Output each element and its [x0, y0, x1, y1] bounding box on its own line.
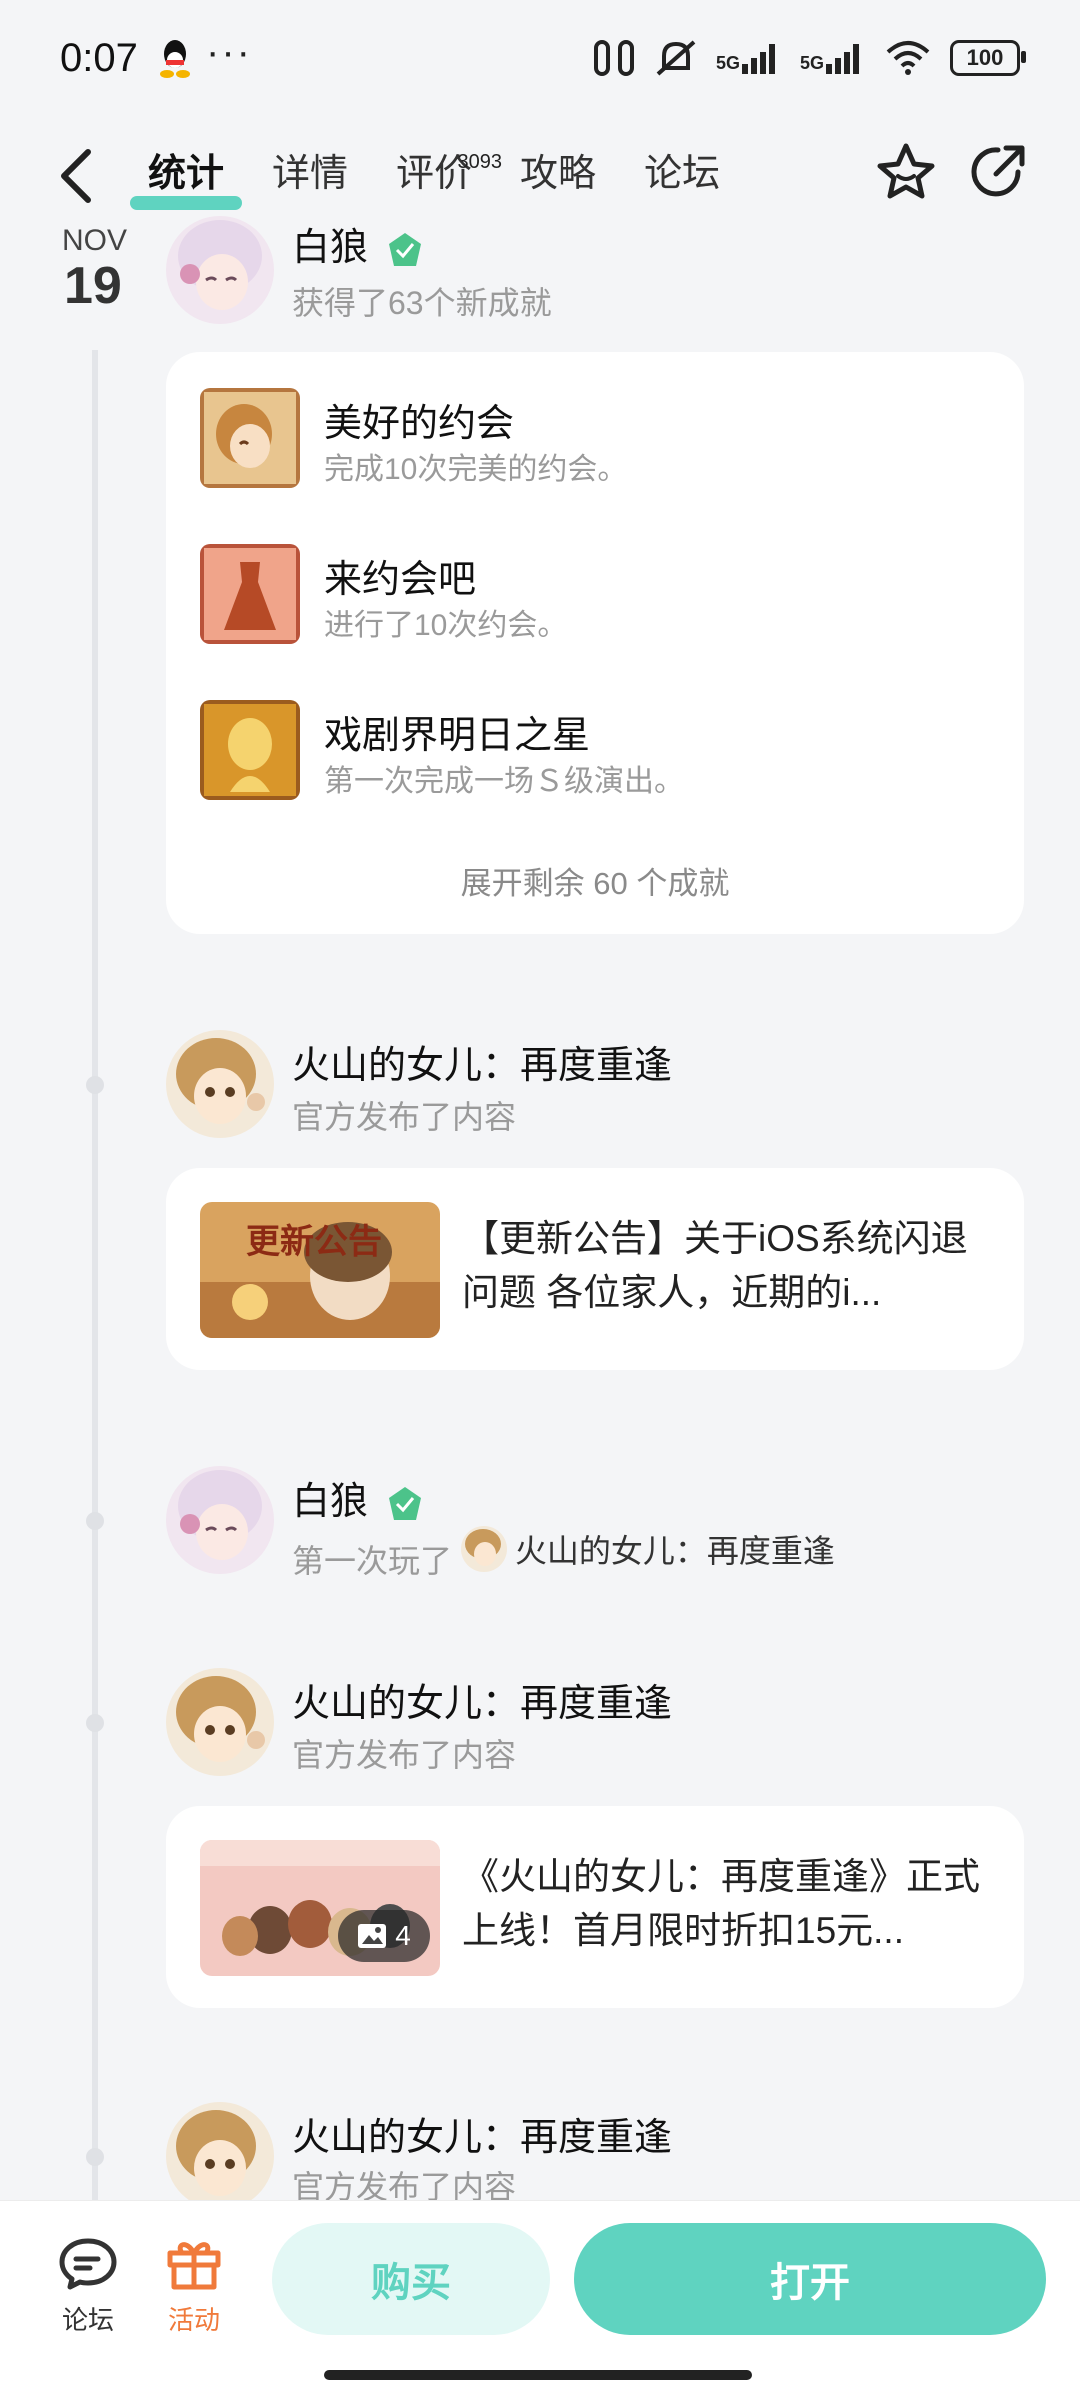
post-card[interactable]: 更新公告 【更新公告】关于iOS系统闪退问题 各位家人，近期的i... — [166, 1168, 1024, 1370]
gift-icon — [167, 2242, 221, 2290]
forum-chat-icon — [59, 2238, 117, 2290]
verified-badge-icon — [388, 232, 421, 266]
timeline-dot — [86, 1076, 104, 1094]
nav-activity[interactable]: 活动 — [144, 2235, 244, 2337]
achievement-item[interactable]: 来约会吧 进行了10次约会。 — [200, 544, 990, 648]
feed-user-name[interactable]: 白狼 — [292, 216, 425, 271]
timeline-line — [92, 350, 98, 2200]
post-card[interactable]: 4 《火山的女儿：再度重逢》正式上线！首月限时折扣15元... — [166, 1806, 1024, 2008]
back-arrow-icon[interactable] — [52, 144, 104, 208]
post-text: 【更新公告】关于iOS系统闪退问题 各位家人，近期的i... — [462, 1218, 968, 1313]
achievement-item[interactable]: 美好的约会 完成10次完美的约会。 — [200, 388, 990, 492]
buy-button[interactable]: 购买 — [272, 2223, 550, 2335]
tab-details[interactable]: 详情 — [248, 142, 372, 212]
nav-forum[interactable]: 论坛 — [38, 2235, 138, 2337]
tab-forum[interactable]: 论坛 — [620, 142, 744, 212]
image-count-badge: 4 — [338, 1910, 430, 1962]
avatar[interactable] — [166, 1466, 274, 1574]
status-icons: 5G 5G 100 — [592, 38, 1026, 78]
signal-2-icon: 5G — [800, 42, 866, 74]
feed-subtitle: 获得了63个新成就 — [292, 285, 552, 321]
post-thumbnail: 4 — [200, 1840, 440, 1976]
post-text: 《火山的女儿：再度重逢》正式上线！首月限时折扣15元... — [462, 1856, 980, 1951]
feed-user-name[interactable]: 白狼 — [292, 1470, 425, 1525]
image-icon — [358, 1924, 387, 1948]
home-indicator[interactable] — [324, 2370, 752, 2380]
avatar[interactable] — [166, 1030, 274, 1138]
tab-guides[interactable]: 攻略 — [496, 142, 620, 212]
achievement-icon — [200, 700, 300, 800]
post-thumbnail: 更新公告 — [200, 1202, 440, 1338]
share-icon[interactable] — [966, 140, 1030, 204]
status-bar: 0:07 ··· 5G 5G 100 — [0, 0, 1080, 120]
qq-icon — [160, 40, 190, 78]
feed-user-name[interactable]: 火山的女儿：再度重逢 — [292, 2106, 672, 2161]
tab-stats[interactable]: 统计 — [124, 142, 248, 212]
achievement-icon — [200, 388, 300, 488]
avatar[interactable] — [166, 216, 274, 324]
tab-bar: 统计 详情 评价 3093 攻略 论坛 — [124, 142, 744, 212]
date-day: 19 — [64, 257, 122, 315]
achievement-item[interactable]: 戏剧界明日之星 第一次完成一场Ｓ级演出。 — [200, 700, 990, 804]
timeline-dot — [86, 2148, 104, 2166]
feed-user-name[interactable]: 火山的女儿：再度重逢 — [292, 1672, 672, 1727]
tab-reviews[interactable]: 评价 3093 — [372, 142, 502, 212]
avatar[interactable] — [166, 1668, 274, 1776]
verified-badge-icon — [388, 1486, 421, 1520]
game-link[interactable]: 火山的女儿：再度重逢 — [460, 1526, 835, 1572]
timeline-dot — [86, 1512, 104, 1530]
mute-bell-icon — [656, 40, 696, 76]
feed-subtitle: 第一次玩了 火山的女儿：再度重逢 — [292, 1526, 835, 1582]
favorite-star-icon[interactable] — [874, 140, 938, 204]
achievement-icon — [200, 544, 300, 644]
signal-1-icon: 5G — [716, 42, 782, 74]
wifi-icon — [886, 41, 930, 75]
feed-subtitle: 官方发布了内容 — [292, 1099, 517, 1135]
thumbnail-title: 更新公告 — [246, 1223, 382, 1261]
game-icon — [460, 1526, 507, 1572]
timeline-dot — [86, 1714, 104, 1732]
feed-subtitle: 官方发布了内容 — [292, 1737, 517, 1773]
open-button[interactable]: 打开 — [574, 2223, 1046, 2335]
expand-achievements-link[interactable]: 展开剩余 60 个成就 — [166, 858, 1024, 903]
feed-user-name[interactable]: 火山的女儿：再度重逢 — [292, 1034, 672, 1089]
battery-icon: 100 — [950, 40, 1026, 76]
earbuds-icon — [593, 40, 634, 76]
status-time: 0:07 — [60, 36, 138, 80]
tab-active-indicator — [130, 196, 243, 210]
achievements-card: 美好的约会 完成10次完美的约会。 来约会吧 进行了10次约会。 戏剧界明日之星… — [166, 352, 1024, 934]
avatar[interactable] — [166, 2102, 274, 2210]
date-month: NOV — [62, 224, 128, 257]
app-header: 统计 详情 评价 3093 攻略 论坛 — [0, 120, 1080, 230]
status-more-dots: ··· — [206, 30, 252, 74]
